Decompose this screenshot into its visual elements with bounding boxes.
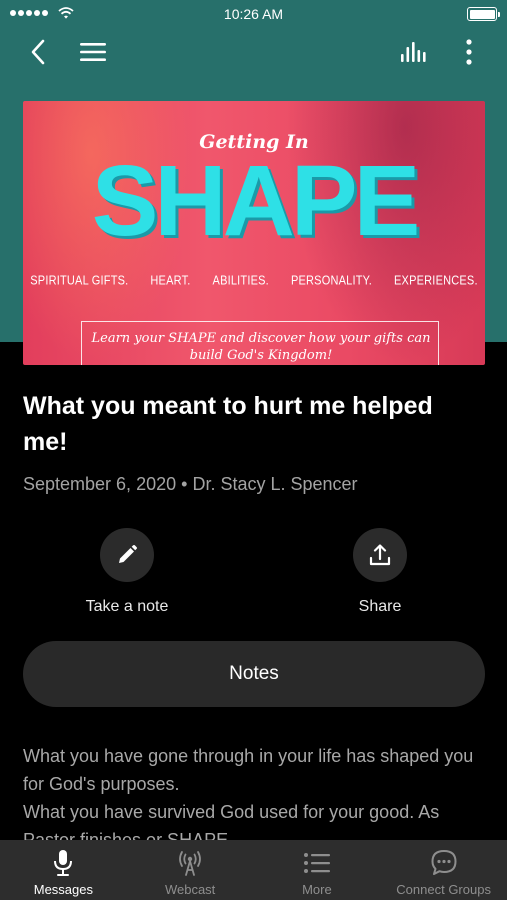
- artwork-subtitle-item: HEART.: [150, 273, 191, 289]
- pencil-icon: [119, 544, 138, 563]
- sermon-speaker: Dr. Stacy L. Spencer: [192, 474, 358, 494]
- artwork-tagline-box: Learn your SHAPE and discover how your g…: [81, 321, 439, 365]
- sermon-title: What you meant to hurt me helped me!: [23, 392, 433, 456]
- audio-button[interactable]: [396, 36, 434, 68]
- chevron-left-icon: [31, 39, 45, 65]
- artwork-subtitle-item: SPIRITUAL GIFTS.: [30, 273, 129, 289]
- artwork-subtitle-item: PERSONALITY.: [290, 273, 373, 289]
- tab-label: Connect Groups: [396, 882, 491, 897]
- menu-button[interactable]: [76, 36, 110, 68]
- chat-bubble-icon: [430, 849, 458, 877]
- description-paragraph: What you have gone through in your life …: [23, 746, 474, 794]
- share-circle[interactable]: [353, 528, 407, 582]
- list-icon: [303, 849, 331, 877]
- tab-bar: Messages Webcast More Connect Groups: [0, 840, 507, 900]
- artwork-subtitle: SPIRITUAL GIFTS. HEART. ABILITIES. PERSO…: [23, 274, 485, 288]
- take-note-circle[interactable]: [100, 528, 154, 582]
- tab-label: Webcast: [164, 882, 216, 897]
- artwork-subtitle-item: ABILITIES.: [212, 273, 269, 289]
- tab-webcast[interactable]: Webcast: [127, 840, 254, 900]
- artwork-title: SHAPE: [91, 145, 421, 257]
- tab-more[interactable]: More: [254, 840, 381, 900]
- tab-label: More: [302, 882, 332, 897]
- take-note-button[interactable]: Take a note: [62, 528, 192, 616]
- back-button[interactable]: [22, 36, 54, 68]
- artwork-subtitle-item: EXPERIENCES.: [394, 273, 478, 289]
- tab-connect-groups[interactable]: Connect Groups: [380, 840, 507, 900]
- sermon-description: What you have gone through in your life …: [23, 742, 493, 854]
- microphone-icon: [52, 849, 74, 877]
- vertical-ellipsis-icon: [466, 39, 472, 65]
- status-bar: 10:26 AM: [0, 0, 507, 28]
- hamburger-menu-icon: [80, 43, 106, 61]
- tab-messages[interactable]: Messages: [0, 840, 127, 900]
- share-icon: [369, 544, 391, 566]
- share-button[interactable]: Share: [315, 528, 445, 616]
- meta-separator: •: [181, 474, 188, 494]
- battery-icon: [467, 7, 500, 21]
- sermon-meta: September 6, 2020 • Dr. Stacy L. Spencer: [23, 474, 358, 495]
- more-options-button[interactable]: [454, 36, 484, 68]
- sermon-artwork: Getting In SHAPE SPIRITUAL GIFTS. HEART.…: [23, 101, 485, 365]
- sermon-date: September 6, 2020: [23, 474, 177, 494]
- artwork-tagline: Learn your SHAPE and discover how your g…: [91, 331, 431, 363]
- status-time: 10:26 AM: [223, 6, 284, 22]
- take-note-label: Take a note: [85, 598, 169, 615]
- audio-levels-icon: [401, 42, 426, 62]
- notes-button[interactable]: Notes: [23, 641, 485, 707]
- share-label: Share: [358, 598, 402, 615]
- tab-label: Messages: [33, 882, 93, 897]
- broadcast-icon: [176, 849, 204, 877]
